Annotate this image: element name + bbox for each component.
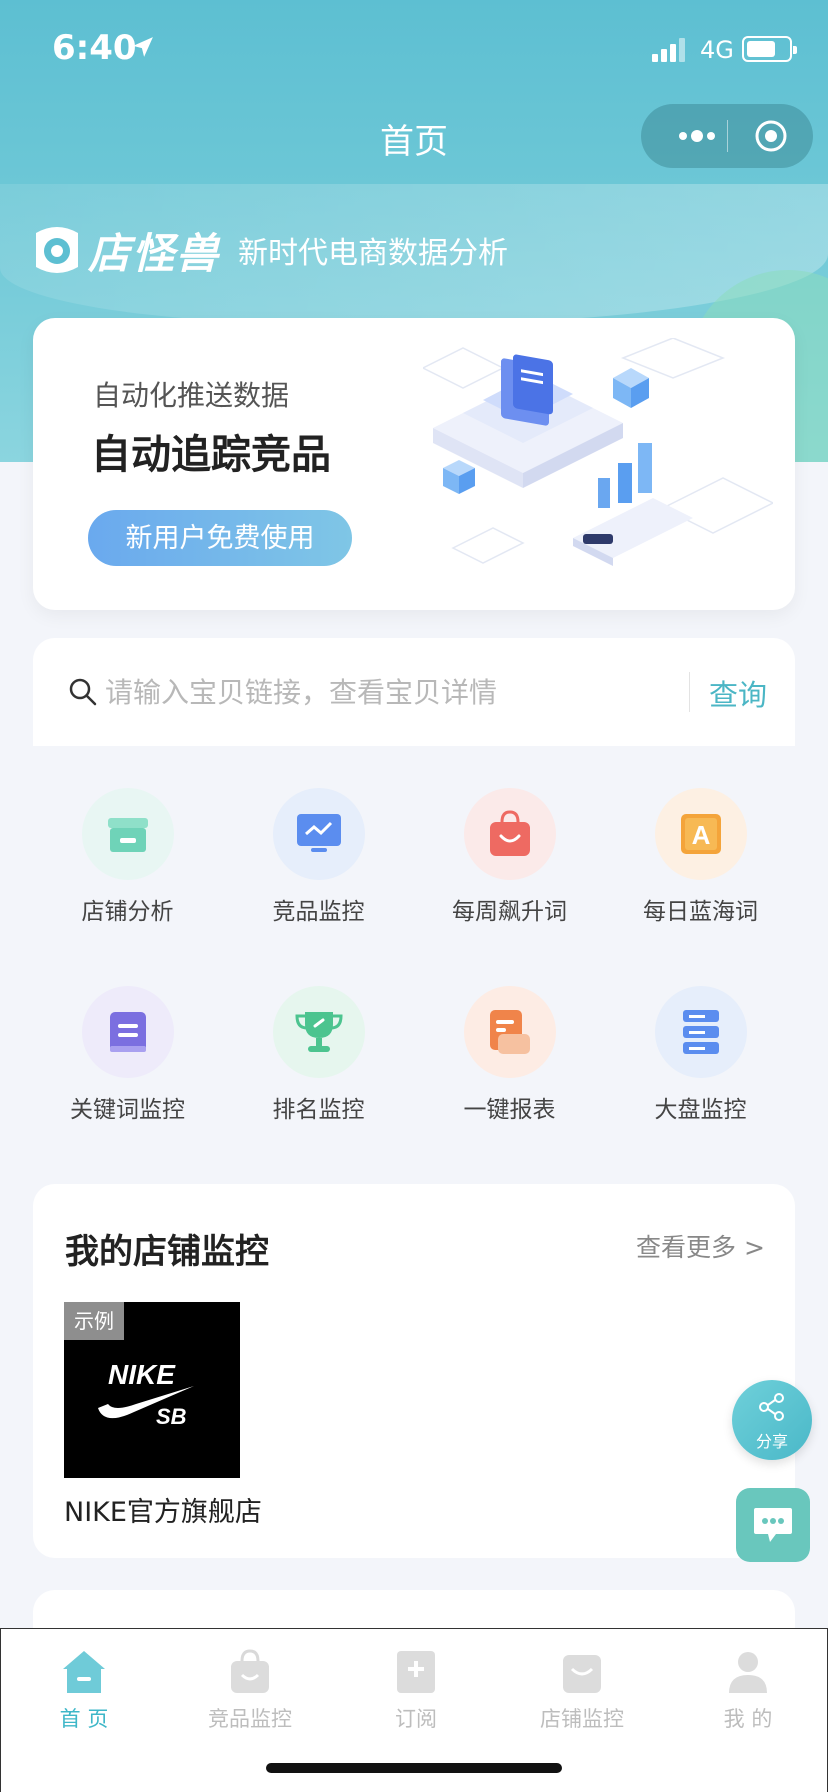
feature-market-monitor[interactable]: 大盘监控 xyxy=(605,978,796,1138)
feature-label: 竞品监控 xyxy=(272,899,365,925)
feature-one-click-report[interactable]: 一键报表 xyxy=(414,978,605,1138)
banner-subtitle: 自动化推送数据 xyxy=(93,379,290,412)
signal-icon xyxy=(652,38,685,62)
search-divider xyxy=(689,672,690,712)
share-icon xyxy=(759,1393,784,1421)
free-trial-button[interactable]: 新用户免费使用 xyxy=(88,510,352,566)
feature-icon-bg: A xyxy=(655,788,747,880)
svg-text:A: A xyxy=(692,820,711,850)
report-icon xyxy=(490,1010,530,1054)
share-label: 分享 xyxy=(755,1434,788,1451)
feature-label: 每日蓝海词 xyxy=(643,899,758,925)
tab-label: 我 的 xyxy=(723,1707,773,1731)
feature-daily-blue-ocean-words[interactable]: A 每日蓝海词 xyxy=(605,780,796,940)
chat-button[interactable] xyxy=(736,1488,810,1562)
brand-name: 店怪兽 xyxy=(88,228,221,278)
subscribe-icon xyxy=(397,1651,435,1693)
feature-store-analysis[interactable]: 店铺分析 xyxy=(32,780,223,940)
home-indicator xyxy=(266,1763,562,1773)
store-monitor-card: 我的店铺监控 查看更多 > 示例 NIKE SB NIKE官方旗舰店 xyxy=(33,1184,795,1558)
feature-icon-bg xyxy=(82,986,174,1078)
tab-subscribe[interactable]: 订阅 xyxy=(333,1639,499,1739)
search-bar: 查询 xyxy=(33,638,795,746)
tab-mine[interactable]: 我 的 xyxy=(665,1639,828,1739)
tab-store-monitor[interactable]: 店铺监控 xyxy=(499,1639,665,1739)
store-name[interactable]: NIKE官方旗舰店 xyxy=(64,1490,262,1529)
tab-label: 订阅 xyxy=(395,1707,437,1731)
user-icon xyxy=(729,1652,767,1693)
banner-title: 自动追踪竞品 xyxy=(91,432,331,478)
store-monitor-title: 我的店铺监控 xyxy=(65,1232,269,1272)
letter-a-icon: A xyxy=(681,814,721,854)
tab-label: 首 页 xyxy=(59,1707,109,1731)
more-dots-icon[interactable] xyxy=(671,122,727,150)
server-icon xyxy=(683,1010,719,1054)
feature-icon-bg xyxy=(464,986,556,1078)
example-tag: 示例 xyxy=(64,1302,124,1340)
monster-logo-icon xyxy=(36,227,78,273)
feature-competitor-monitor[interactable]: 竞品监控 xyxy=(223,780,414,940)
book-icon xyxy=(110,1012,146,1052)
next-card xyxy=(33,1590,795,1630)
search-button[interactable]: 查询 xyxy=(709,672,767,714)
store-thumbnail[interactable]: 示例 NIKE SB xyxy=(64,1302,240,1478)
feature-weekly-rising-words[interactable]: 每周飙升词 xyxy=(414,780,605,940)
mini-program-capsule xyxy=(641,104,813,168)
tab-label: 店铺监控 xyxy=(540,1707,624,1731)
feature-icon-bg xyxy=(273,986,365,1078)
trophy-icon xyxy=(295,1012,343,1052)
nike-sb-logo: NIKE SB xyxy=(98,1359,194,1429)
feature-icon-bg xyxy=(464,788,556,880)
feature-label: 一键报表 xyxy=(463,1097,556,1123)
feature-icon-bg xyxy=(273,788,365,880)
view-more-link[interactable]: 查看更多 > xyxy=(636,1228,765,1264)
chat-bubble-icon xyxy=(754,1508,792,1542)
feature-ranking-monitor[interactable]: 排名监控 xyxy=(223,978,414,1138)
share-button[interactable]: 分享 xyxy=(732,1380,812,1460)
feature-label: 每周飙升词 xyxy=(452,899,567,925)
data-platform-illustration xyxy=(423,338,773,566)
tab-label: 竞品监控 xyxy=(208,1707,292,1731)
logo-text-nike: NIKE xyxy=(108,1359,176,1390)
promo-banner[interactable]: 自动化推送数据 自动追踪竞品 新用户免费使用 xyxy=(33,318,795,610)
feature-icon-bg xyxy=(655,986,747,1078)
brand-header: 店怪兽 新时代电商数据分析 xyxy=(32,222,508,278)
bag-icon xyxy=(231,1649,269,1693)
battery-icon xyxy=(742,36,797,62)
status-time: 6:40 xyxy=(52,28,137,68)
logo-text-sb: SB xyxy=(156,1404,187,1429)
status-bar: 6:40 4G xyxy=(0,0,828,100)
search-icon xyxy=(69,678,97,706)
close-target-icon[interactable] xyxy=(753,118,789,154)
feature-keyword-monitor[interactable]: 关键词监控 xyxy=(32,978,223,1138)
capsule-divider xyxy=(727,120,728,152)
monitor-chart-icon xyxy=(297,814,341,852)
brand-slogan: 新时代电商数据分析 xyxy=(238,236,509,271)
search-input[interactable] xyxy=(105,668,595,716)
home-icon xyxy=(63,1651,105,1693)
feature-label: 排名监控 xyxy=(272,1097,365,1123)
feature-label: 大盘监控 xyxy=(654,1097,747,1123)
shopping-bag-icon xyxy=(490,810,530,856)
tab-home[interactable]: 首 页 xyxy=(1,1639,167,1739)
tab-competitor-monitor[interactable]: 竞品监控 xyxy=(167,1639,333,1739)
shop-icon xyxy=(563,1655,601,1693)
store-icon xyxy=(108,818,148,852)
feature-icon-bg xyxy=(82,788,174,880)
network-type: 4G xyxy=(700,36,734,64)
feature-label: 店铺分析 xyxy=(81,899,174,925)
feature-label: 关键词监控 xyxy=(70,1097,185,1123)
location-arrow-icon xyxy=(133,37,153,57)
